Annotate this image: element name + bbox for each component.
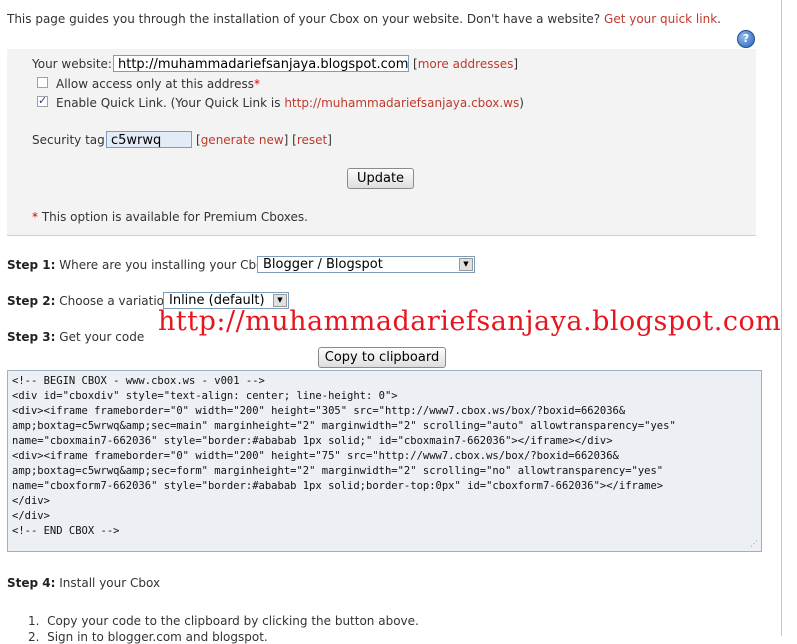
platform-select-value: Blogger / Blogspot	[263, 257, 383, 272]
premium-note: * This option is available for Premium C…	[32, 210, 308, 224]
step1-label: Step 1:	[7, 258, 56, 272]
step4-text: Install your Cbox	[59, 576, 161, 590]
help-icon[interactable]: ?	[737, 30, 755, 48]
quick-link-url[interactable]: http://muhammadariefsanjaya.cbox.ws	[284, 96, 519, 110]
step4-label: Step 4:	[7, 576, 56, 590]
chevron-down-icon: ▼	[459, 258, 473, 271]
step4: Step 4: Install your Cbox	[7, 576, 160, 590]
enable-quick-link-checkbox[interactable]	[37, 94, 48, 107]
resize-grip-icon[interactable]: ⋰	[750, 539, 758, 548]
step3-label: Step 3:	[7, 330, 56, 344]
premium-note-asterisk: *	[32, 210, 38, 224]
premium-note-text: This option is available for Premium Cbo…	[41, 210, 308, 224]
step1-text: Where are you installing your Cbox?	[59, 258, 277, 272]
instruction-text: Sign in to blogger.com and blogspot.	[47, 630, 268, 644]
reset-link[interactable]: reset	[297, 133, 327, 147]
copy-to-clipboard-button[interactable]: Copy to clipboard	[318, 347, 446, 368]
allow-access-checkbox[interactable]	[37, 77, 48, 88]
watermark-url: http://muhammadariefsanjaya.blogspot.com	[158, 306, 782, 337]
more-addresses-link-wrap: [more addresses]	[413, 57, 519, 71]
code-textarea[interactable]: <!-- BEGIN CBOX - www.cbox.ws - v001 -->…	[7, 370, 762, 552]
step1: Step 1: Where are you installing your Cb…	[7, 258, 277, 272]
enable-quick-link-label: Enable Quick Link. (Your Quick Link is h…	[56, 96, 524, 110]
step2: Step 2: Choose a variation:	[7, 294, 176, 308]
intro-sentence: This page guides you through the install…	[7, 12, 601, 26]
step3: Step 3: Get your code	[7, 330, 144, 344]
tag-links: [generate new] [reset]	[196, 133, 332, 147]
platform-select[interactable]: Blogger / Blogspot ▼	[257, 256, 475, 273]
security-tag-label: Security tag:	[32, 133, 109, 147]
step2-label: Step 2:	[7, 294, 56, 308]
allow-access-text: Allow access only at this address	[56, 77, 255, 91]
embed-code: <!-- BEGIN CBOX - www.cbox.ws - v001 -->…	[12, 375, 676, 537]
more-addresses-link[interactable]: more addresses	[418, 57, 514, 71]
instruction-text: Copy your code to the clipboard by click…	[47, 614, 419, 628]
quick-link-signup-link[interactable]: Get your quick link	[604, 12, 717, 26]
intro-period: .	[717, 12, 721, 26]
settings-panel: Your website: http://muhammadariefsanjay…	[7, 49, 756, 236]
allow-access-label: Allow access only at this address*	[56, 77, 260, 91]
generate-new-link[interactable]: generate new	[201, 133, 284, 147]
update-button[interactable]: Update	[347, 168, 414, 189]
website-label: Your website:	[32, 57, 112, 71]
website-input[interactable]: http://muhammadariefsanjaya.blogspot.com	[113, 55, 409, 72]
step3-text: Get your code	[59, 330, 145, 344]
intro-text: This page guides you through the install…	[7, 12, 721, 26]
enable-quick-link-text: Enable Quick Link. (Your Quick Link is	[56, 96, 281, 110]
instruction-item: 1. Copy your code to the clipboard by cl…	[28, 614, 419, 628]
instruction-item: 2. Sign in to blogger.com and blogspot.	[28, 630, 268, 644]
premium-asterisk: *	[254, 77, 261, 91]
security-tag-input[interactable]: c5wrwq	[106, 131, 192, 148]
